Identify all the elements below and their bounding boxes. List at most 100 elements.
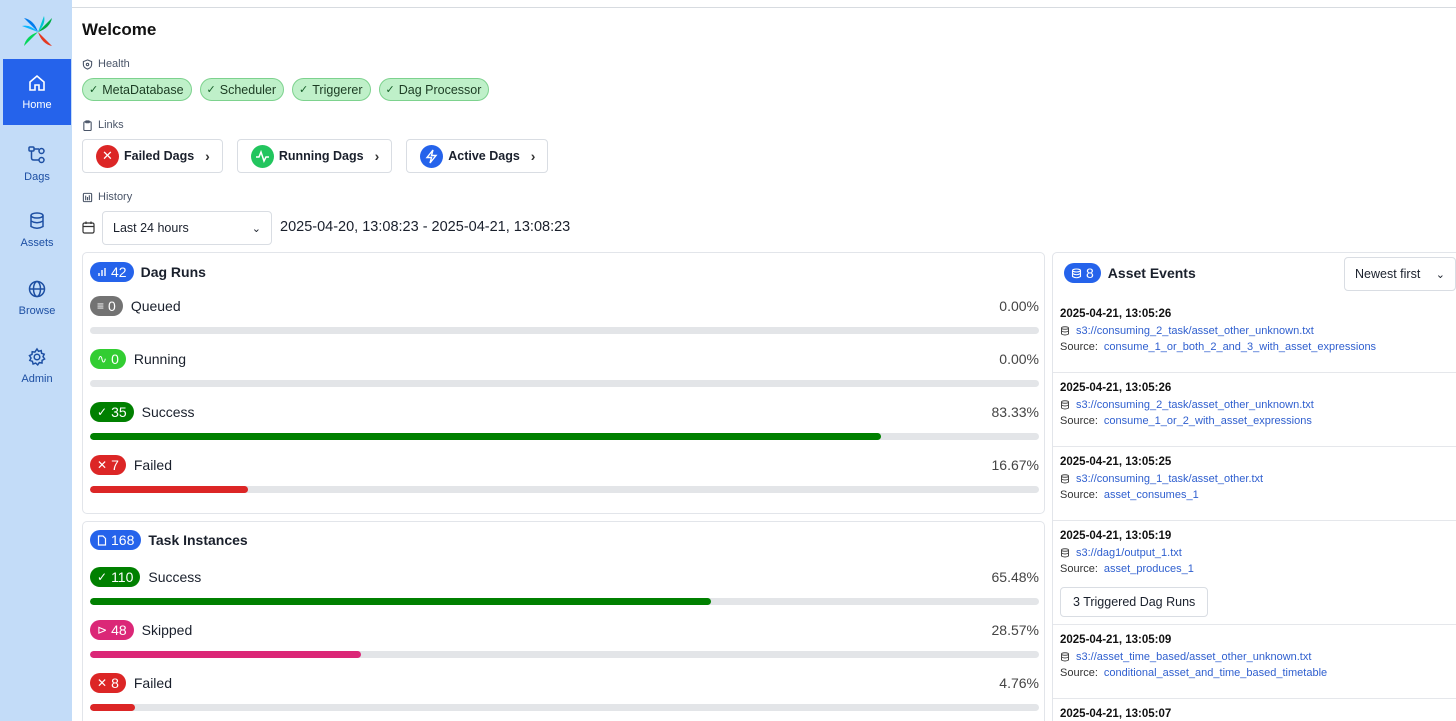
event-timestamp: 2025-04-21, 13:05:25	[1060, 456, 1172, 468]
database-icon	[1061, 326, 1069, 336]
event-source: Source: conditional_asset_and_time_based_…	[1060, 667, 1327, 679]
airflow-logo[interactable]	[20, 14, 56, 50]
active-dags-button[interactable]: Active Dags ›	[406, 139, 549, 173]
database-icon	[1061, 400, 1069, 410]
status-label: Failed	[133, 457, 172, 473]
running-dags-button[interactable]: Running Dags ›	[236, 139, 393, 173]
status-count: 110	[111, 569, 134, 585]
task-instances-total-badge: 168	[90, 530, 142, 550]
x-icon: ✕	[96, 144, 119, 168]
status-count-badge: ≡ 0	[90, 296, 123, 316]
running-dags-label: Running Dags	[278, 149, 364, 163]
failed-icon: ✕	[97, 676, 108, 690]
status-percent: 4.76%	[999, 675, 1039, 691]
event-asset-link[interactable]: s3://consuming_1_task/asset_other.txt	[1060, 473, 1263, 485]
event-asset-link[interactable]: s3://asset_time_based/asset_other_unknow…	[1060, 651, 1311, 663]
event-timestamp: 2025-04-21, 13:05:09	[1060, 634, 1172, 646]
status-label: Skipped	[141, 622, 193, 638]
status-count-badge: ✕ 7	[90, 455, 126, 475]
sort-select[interactable]: Newest first ⌄	[1344, 257, 1456, 291]
time-range-text: 2025-04-20, 13:08:23 - 2025-04-21, 13:08…	[280, 219, 571, 235]
status-percent: 28.57%	[991, 622, 1039, 638]
event-source-label: Source:	[1060, 489, 1098, 501]
event-asset-uri: s3://consuming_2_task/asset_other_unknow…	[1076, 399, 1314, 411]
asset-event-item: 2025-04-21, 13:05:09 s3://asset_time_base…	[1053, 625, 1456, 699]
status-row-head: ✓ 35 Success	[90, 402, 1039, 422]
status-row-failed: ✕ 8 Failed 4.76%	[90, 673, 1039, 711]
status-count: 35	[111, 404, 127, 420]
health-triggerer-label: Triggerer	[312, 82, 363, 97]
asset-events-count: 8	[1086, 265, 1094, 281]
status-count: 8	[111, 675, 119, 691]
calendar-icon	[82, 221, 95, 234]
nav-browse[interactable]: Browse	[3, 265, 71, 331]
event-source: Source: consume_1_or_2_with_asset_express…	[1060, 415, 1312, 427]
nav-dags[interactable]: Dags	[3, 131, 71, 197]
status-count: 0	[108, 298, 116, 314]
globe-icon	[28, 280, 46, 298]
nav-assets[interactable]: Assets	[3, 197, 71, 263]
health-dag-processor-label: Dag Processor	[398, 82, 482, 97]
chevron-right-icon: ›	[374, 148, 380, 164]
health-label: Health	[98, 58, 130, 70]
status-row-head: ⊳ 48 Skipped	[90, 620, 1039, 640]
event-source: Source: asset_produces_1	[1060, 563, 1194, 575]
event-source-label: Source:	[1060, 563, 1098, 575]
status-count-badge: ⊳ 48	[90, 620, 134, 640]
dag-runs-title: Dag Runs	[140, 264, 206, 280]
asset-event-item: 2025-04-21, 13:05:26 s3://consuming_2_tas…	[1053, 299, 1456, 373]
status-label: Running	[133, 351, 187, 367]
status-progress-bar	[90, 380, 1039, 387]
event-source-link[interactable]: asset_consumes_1	[1104, 489, 1199, 501]
shield-icon	[82, 58, 93, 70]
page-title: Welcome	[82, 20, 157, 39]
history-icon	[82, 192, 93, 202]
event-source-link[interactable]: asset_produces_1	[1104, 563, 1194, 575]
asset-events-title: Asset Events	[1107, 265, 1196, 281]
event-source: Source: consume_1_or_both_2_and_3_with_as…	[1060, 341, 1376, 353]
event-asset-uri: s3://asset_time_based/asset_other_unknow…	[1076, 651, 1312, 663]
health-triggerer: ✓ Triggerer	[292, 78, 371, 101]
event-asset-link[interactable]: s3://consuming_2_task/asset_other_unknow…	[1060, 399, 1314, 411]
event-asset-link[interactable]: s3://consuming_2_task/asset_other_unknow…	[1060, 325, 1314, 337]
health-dag-processor: ✓ Dag Processor	[378, 78, 490, 101]
status-progress-bar	[90, 486, 1039, 493]
nav-home[interactable]: Home	[3, 59, 71, 125]
event-source-link[interactable]: conditional_asset_and_time_based_timetab…	[1104, 667, 1327, 679]
status-row-queued: ≡ 0 Queued 0.00%	[90, 296, 1039, 334]
activity-icon	[250, 144, 274, 168]
event-source-link[interactable]: consume_1_or_2_with_asset_expressions	[1104, 415, 1312, 427]
nav-admin[interactable]: Admin	[3, 333, 71, 399]
nav-admin-label: Admin	[21, 373, 53, 385]
status-row-head: ✕ 8 Failed	[90, 673, 1039, 693]
time-range-select[interactable]: Last 24 hours ⌄	[102, 211, 272, 245]
failed-dags-button[interactable]: ✕ Failed Dags ›	[82, 139, 223, 173]
check-icon: ✓	[299, 84, 309, 96]
chevron-down-icon: ⌄	[251, 222, 261, 235]
event-asset-link[interactable]: s3://dag1/output_1.txt	[1060, 547, 1182, 559]
bar-chart-icon	[98, 268, 106, 276]
event-source-link[interactable]: consume_1_or_both_2_and_3_with_asset_exp…	[1104, 341, 1376, 353]
chevron-down-icon: ⌄	[1435, 268, 1445, 281]
clipboard-icon	[83, 119, 92, 131]
health-badges: ✓ MetaDatabase ✓ Scheduler ✓ Triggerer ✓ Dag…	[82, 78, 490, 101]
database-icon	[1061, 652, 1069, 662]
status-progress-fill	[90, 486, 249, 493]
database-icon	[30, 212, 44, 229]
status-label: Failed	[133, 675, 172, 691]
nav-browse-label: Browse	[18, 305, 56, 317]
asset-event-item: 2025-04-21, 13:05:07	[1053, 699, 1456, 721]
health-scheduler-label: Scheduler	[219, 82, 277, 97]
status-progress-fill	[90, 704, 136, 711]
event-source-label: Source:	[1060, 415, 1098, 427]
event-source-label: Source:	[1060, 341, 1098, 353]
bolt-icon	[420, 144, 444, 168]
nav-assets-label: Assets	[20, 237, 54, 249]
dag-runs-header: 42 Dag Runs	[90, 262, 206, 282]
triggered-dag-runs-button[interactable]: 3 Triggered Dag Runs	[1060, 587, 1209, 617]
status-count: 7	[111, 457, 119, 473]
status-count-badge: ✕ 8	[90, 673, 126, 693]
health-metadatabase: ✓ MetaDatabase	[82, 78, 192, 101]
success-icon: ✓	[97, 405, 108, 419]
running-icon: ∿	[97, 352, 108, 366]
